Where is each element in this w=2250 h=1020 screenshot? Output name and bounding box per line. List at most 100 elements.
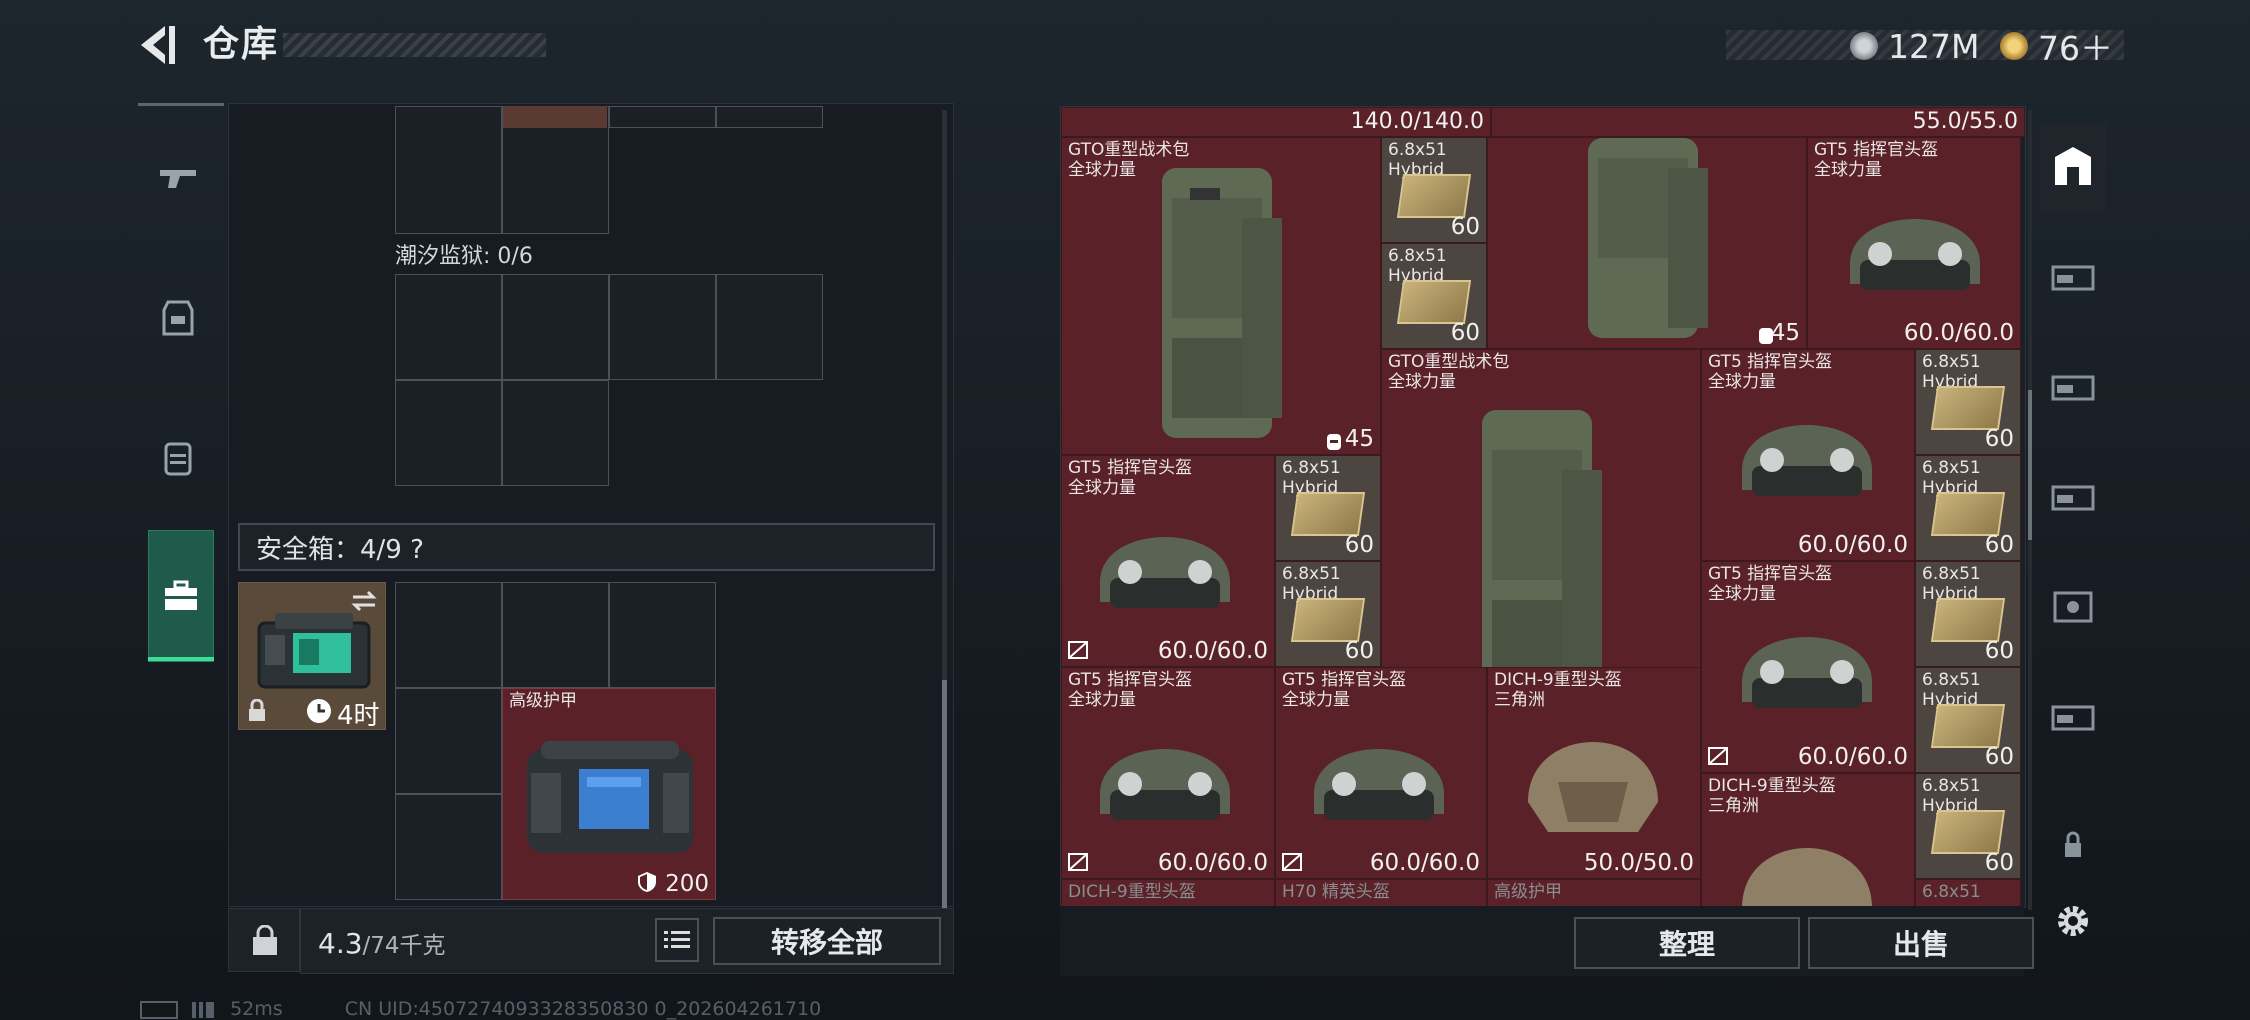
prison-label: 潮汐监狱: 0/6 <box>395 244 533 269</box>
grid-cell[interactable] <box>395 582 502 688</box>
tactical-backpack-icon <box>1588 138 1708 338</box>
ammo-item[interactable]: 6.8x51 Hybrid 60 <box>1275 455 1381 561</box>
currency-silver-value: 127M <box>1888 26 1980 66</box>
item-value: 60.0/60.0 <box>1903 320 2014 346</box>
grid-cell[interactable] <box>716 274 823 380</box>
item-value: 60.0/60.0 <box>1157 850 1268 876</box>
item-value: 50.0/50.0 <box>1583 850 1694 876</box>
helmet-item[interactable]: GT5 指挥官头盔 全球力量 60.0/60.0 <box>1701 561 1915 773</box>
helmet-icon <box>1850 219 1980 290</box>
secure-case-item[interactable]: 4时 <box>238 582 386 731</box>
ammo-item[interactable]: 6.8x51 Hybrid 60 <box>1381 137 1487 243</box>
currency-gold: 76＋ <box>2000 26 2113 68</box>
item-name: 高级护甲 <box>509 691 577 711</box>
item-value: 60 <box>1450 320 1480 346</box>
weight-total: /74千克 <box>362 933 446 959</box>
scrollbar-thumb[interactable] <box>2028 390 2032 540</box>
sell-button[interactable]: 出售 <box>1808 917 2034 969</box>
item-value: 60.0/60.0 <box>1157 638 1268 664</box>
item-value: 60 <box>1984 638 2014 664</box>
ammo-item[interactable]: 6.8x51 Hybrid 60 <box>1915 349 2021 455</box>
item-tile[interactable]: 55.0/55.0 <box>1491 107 2025 137</box>
helmet-item[interactable]: DICH-9重型头盔 三角洲 50.0/50.0 <box>1487 667 1701 879</box>
no-trade-icon <box>1708 747 1728 765</box>
ammo-box-icon <box>1396 174 1472 218</box>
helmet-icon <box>1314 749 1444 820</box>
item-name: 高级护甲 <box>1494 882 1562 902</box>
armor-item[interactable]: 高级护甲 200 <box>502 688 716 900</box>
tab-home[interactable] <box>2040 122 2106 212</box>
sort-button[interactable]: 整理 <box>1574 917 1800 969</box>
ammo-item[interactable]: 6.8x51 Hybrid 60 <box>1915 667 2021 773</box>
item-value: 60.0/60.0 <box>1797 744 1908 770</box>
list-icon <box>664 931 690 948</box>
lock-button[interactable] <box>228 908 300 972</box>
backpack-item[interactable]: 45 <box>1487 137 1807 349</box>
grid-cell[interactable] <box>395 106 502 234</box>
grid-cell[interactable] <box>395 274 502 380</box>
tab-storage-1[interactable] <box>2040 232 2106 322</box>
helmet-item[interactable]: GT5 指挥官头盔 全球力量 60.0/60.0 <box>1807 137 2021 349</box>
secure-case-time: 4时 <box>337 701 380 731</box>
gold-coin-icon <box>2000 32 2028 60</box>
helmet-item[interactable]: GT5 指挥官头盔 全球力量 60.0/60.0 <box>1061 455 1275 667</box>
ammo-item[interactable]: 6.8x51 Hybrid 60 <box>1275 561 1381 667</box>
helmet-icon <box>1742 637 1872 708</box>
grid-cell[interactable] <box>395 688 502 794</box>
grid-cell[interactable] <box>502 274 609 380</box>
swap-icon[interactable] <box>349 589 379 613</box>
item-tile[interactable]: 6.8x51 <box>1915 879 2021 907</box>
back-arrow-icon[interactable] <box>135 22 181 68</box>
item-name: 6.8x51 <box>1922 882 1981 902</box>
backpack-item[interactable]: GTO重型战术包 全球力量 45 <box>1061 137 1381 455</box>
tab-weapons[interactable] <box>138 118 218 238</box>
helmet-item[interactable]: GT5 指挥官头盔 全球力量 60.0/60.0 <box>1275 667 1487 879</box>
armor-bag-icon <box>527 741 693 853</box>
ammo-item[interactable]: 6.8x51 Hybrid 60 <box>1915 561 2021 667</box>
tab-storage-3[interactable] <box>2040 452 2106 542</box>
item-value: 45 <box>1344 426 1374 452</box>
item-value: 60 <box>1984 532 2014 558</box>
grid-cell[interactable] <box>609 106 716 128</box>
list-view-button[interactable] <box>655 918 699 962</box>
ammo-item[interactable]: 6.8x51 Hybrid 60 <box>1915 773 2021 879</box>
item-value: 60 <box>1984 744 2014 770</box>
tab-backpack[interactable] <box>138 398 218 518</box>
settings-button[interactable] <box>2040 876 2106 966</box>
ammo-item[interactable]: 6.8x51 Hybrid 60 <box>1381 243 1487 349</box>
grid-cell[interactable] <box>502 582 609 688</box>
storage-panel: 140.0/140.0 55.0/55.0 GTO重型战术包 全球力量 45 6… <box>1060 106 2026 908</box>
safe-icon <box>2053 591 2093 623</box>
right-tabs <box>2040 110 2106 111</box>
rack-icon <box>2051 265 2095 291</box>
item-tile[interactable]: H70 精英头盔 <box>1275 879 1487 907</box>
currency-gold-value: 76＋ <box>2038 29 2113 68</box>
grid-cell[interactable] <box>395 380 502 486</box>
rack-icon <box>2051 375 2095 401</box>
tab-safe-box[interactable] <box>148 530 214 662</box>
grid-cell[interactable] <box>395 794 502 900</box>
partial-item[interactable] <box>503 106 607 128</box>
no-trade-icon <box>1068 641 1088 659</box>
helmet-item[interactable]: DICH-9重型头盔 三角洲 <box>1701 773 1915 907</box>
scrollbar-thumb[interactable] <box>942 680 947 910</box>
helmet-item[interactable]: GT5 指挥官头盔 全球力量 60.0/60.0 <box>1701 349 1915 561</box>
transfer-all-button[interactable]: 转移全部 <box>713 917 941 965</box>
grid-cell[interactable] <box>716 106 823 128</box>
grid-cell[interactable] <box>609 274 716 380</box>
battery-icon <box>140 1000 178 1019</box>
item-tile[interactable]: DICH-9重型头盔 <box>1061 879 1275 907</box>
item-tile[interactable]: 140.0/140.0 <box>1061 107 1491 137</box>
no-trade-icon <box>1068 853 1088 871</box>
tab-storage-5[interactable] <box>2040 672 2106 762</box>
tab-storage-2[interactable] <box>2040 342 2106 432</box>
grid-cell[interactable] <box>502 380 609 486</box>
item-tile[interactable]: 高级护甲 <box>1487 879 1701 907</box>
tab-storage-4[interactable] <box>2040 562 2106 652</box>
grid-cell[interactable] <box>609 582 716 688</box>
tab-armor[interactable] <box>138 258 218 378</box>
helmet-item[interactable]: GT5 指挥官头盔 全球力量 60.0/60.0 <box>1061 667 1275 879</box>
ammo-item[interactable]: 6.8x51 Hybrid 60 <box>1915 455 2021 561</box>
gear-icon <box>2058 906 2088 936</box>
silver-coin-icon <box>1850 32 1878 60</box>
